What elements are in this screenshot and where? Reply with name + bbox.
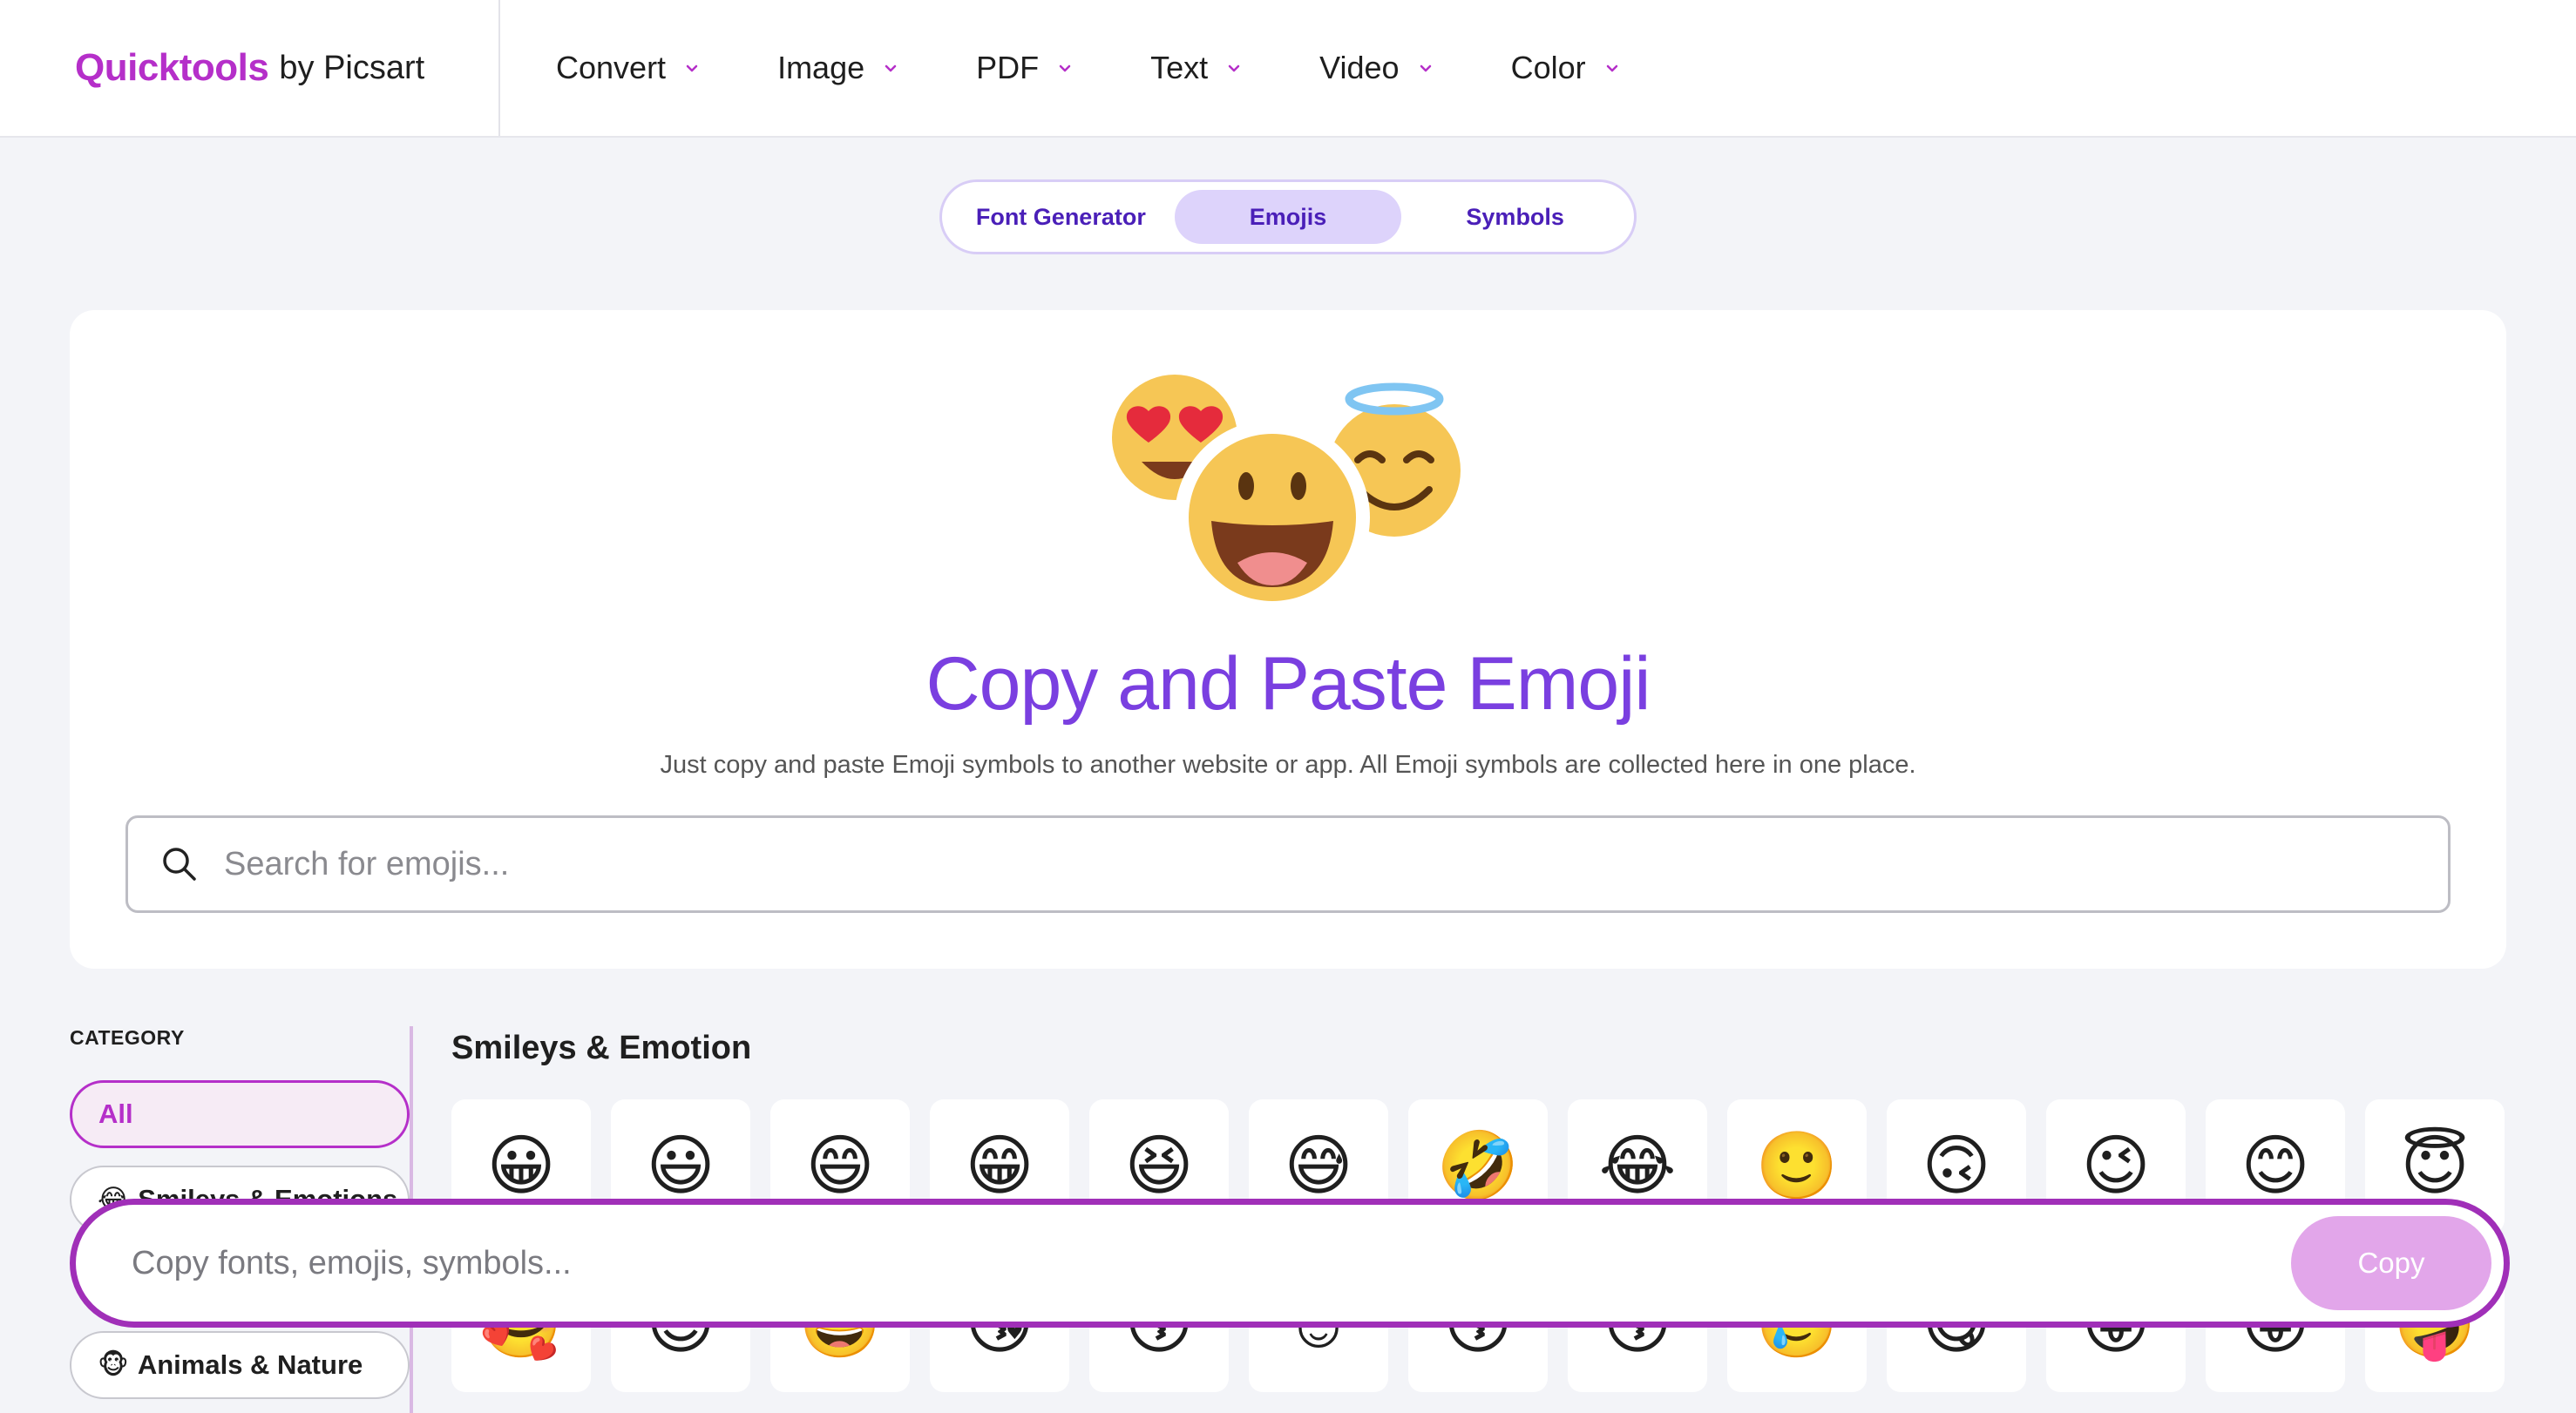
top-header: Quicktools by Picsart Convert Image PDF …: [0, 0, 2576, 138]
nav-video[interactable]: Video: [1319, 50, 1434, 86]
category-animals[interactable]: 🐵 Animals & Nature: [70, 1331, 410, 1399]
search-input[interactable]: [224, 845, 2448, 883]
chevron-down-icon: [1420, 64, 1431, 72]
emoji-glyph: 🙂: [1755, 1129, 1839, 1203]
emoji-glyph: 😀: [486, 1129, 556, 1203]
emoji-glyph: 😆: [1124, 1129, 1194, 1203]
copy-input[interactable]: [132, 1244, 2291, 1282]
emoji-glyph: 😊: [2240, 1129, 2310, 1203]
tab-font-generator[interactable]: Font Generator: [947, 190, 1175, 244]
category-label: CATEGORY: [70, 1026, 185, 1049]
main-nav: Convert Image PDF Text Video Color: [556, 50, 1698, 86]
brand-logo[interactable]: Quicktools by Picsart: [0, 0, 500, 136]
search-icon: [163, 848, 196, 881]
emoji-glyph: 😁: [965, 1129, 1034, 1203]
copy-button[interactable]: Copy: [2291, 1216, 2491, 1310]
emoji-illustration: [1098, 361, 1474, 615]
emoji-glyph: 🤣: [1436, 1129, 1520, 1203]
tool-tabs: Font Generator Emojis Symbols: [939, 179, 1637, 254]
category-label-text: All: [98, 1099, 133, 1129]
category-label-text: Animals & Nature: [137, 1349, 363, 1380]
emoji-glyph: 🙃: [1922, 1129, 1991, 1203]
emoji-search: [125, 815, 2451, 913]
chevron-down-icon: [1228, 64, 1240, 72]
nav-label: Color: [1510, 50, 1586, 85]
emoji-glyph: 😃: [646, 1129, 715, 1203]
nav-label: Text: [1150, 50, 1209, 85]
nav-convert[interactable]: Convert: [556, 50, 701, 86]
brand-name: Quicktools: [75, 46, 269, 89]
copy-bar: Copy: [70, 1199, 2510, 1328]
chevron-down-icon: [1606, 64, 1617, 72]
chevron-down-icon: [885, 64, 897, 72]
nav-label: PDF: [976, 50, 1040, 85]
page-title: Copy and Paste Emoji: [925, 642, 1651, 726]
chevron-down-icon: [686, 64, 698, 72]
nav-label: Video: [1319, 50, 1400, 85]
emoji-glyph: 😉: [2081, 1129, 2151, 1203]
nav-color[interactable]: Color: [1511, 50, 1621, 86]
tab-emojis[interactable]: Emojis: [1174, 190, 1402, 244]
nav-pdf[interactable]: PDF: [976, 50, 1074, 86]
nav-text[interactable]: Text: [1150, 50, 1243, 86]
page-subtitle: Just copy and paste Emoji symbols to ano…: [660, 751, 1916, 779]
tab-symbols[interactable]: Symbols: [1401, 190, 1629, 244]
emoji-glyph: 😅: [1284, 1129, 1353, 1203]
section-title: Smileys & Emotion: [451, 1030, 752, 1066]
chevron-down-icon: [1059, 64, 1071, 72]
emoji-glyph: 😇: [2400, 1129, 2470, 1203]
nav-label: Image: [777, 50, 865, 85]
nav-label: Convert: [556, 50, 667, 85]
hero-card: Copy and Paste Emoji Just copy and paste…: [70, 310, 2506, 969]
emoji-glyph: 😂: [1598, 1129, 1677, 1203]
emoji-glyph: 😄: [805, 1129, 875, 1203]
brand-by: by Picsart: [279, 49, 425, 86]
nav-image[interactable]: Image: [777, 50, 899, 86]
category-emoji-icon: 🐵: [98, 1349, 129, 1380]
grinning-emoji-icon: [1175, 420, 1370, 615]
category-all[interactable]: All: [70, 1080, 410, 1148]
